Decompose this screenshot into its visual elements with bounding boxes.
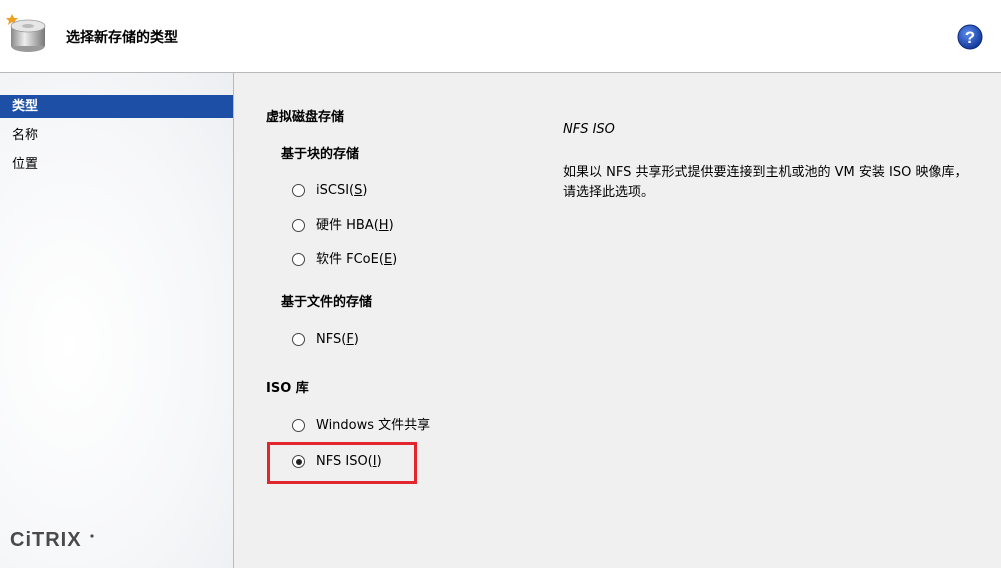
radio-indicator[interactable] [292, 219, 305, 232]
radio-indicator[interactable] [292, 184, 305, 197]
radio-label: 软件 FCoE(E) [316, 252, 398, 267]
radio-indicator[interactable] [292, 419, 305, 432]
section-virtual-disk-storage: 虚拟磁盘存储 [266, 110, 345, 125]
wizard-sidebar: 类型 名称 位置 [0, 73, 234, 568]
radio-label: Windows 文件共享 [316, 418, 431, 433]
sidebar-item-location[interactable]: 位置 [0, 153, 233, 176]
subsection-file-storage: 基于文件的存储 [281, 295, 373, 310]
help-icon[interactable]: ? [957, 24, 983, 50]
storage-type-panel: 虚拟磁盘存储 基于块的存储 iSCSI(S) 硬件 HBA(H) 软件 FCoE… [234, 73, 1001, 568]
radio-indicator[interactable] [292, 333, 305, 346]
sidebar-item-name[interactable]: 名称 [0, 124, 233, 147]
radio-label: iSCSI(S) [316, 183, 368, 198]
svg-text:CiTRIX: CiTRIX [10, 529, 82, 551]
subsection-block-storage: 基于块的存储 [281, 147, 360, 162]
radio-label: 硬件 HBA(H) [316, 218, 394, 233]
sidebar-item-type[interactable]: 类型 [0, 95, 233, 118]
radio-label: NFS(F) [316, 332, 359, 347]
page-title: 选择新存储的类型 [66, 30, 178, 46]
selection-highlight-box [267, 442, 417, 484]
description-body: 如果以 NFS 共享形式提供要连接到主机或池的 VM 安装 ISO 映像库，请选… [563, 165, 968, 200]
description-title: NFS ISO [563, 122, 615, 137]
section-iso-library: ISO 库 [266, 381, 309, 396]
citrix-logo: CiTRIX [10, 529, 94, 551]
storage-drive-icon [6, 14, 46, 52]
wizard-header: 选择新存储的类型 ? [0, 0, 1001, 73]
svg-text:?: ? [965, 28, 975, 47]
radio-indicator[interactable] [292, 253, 305, 266]
